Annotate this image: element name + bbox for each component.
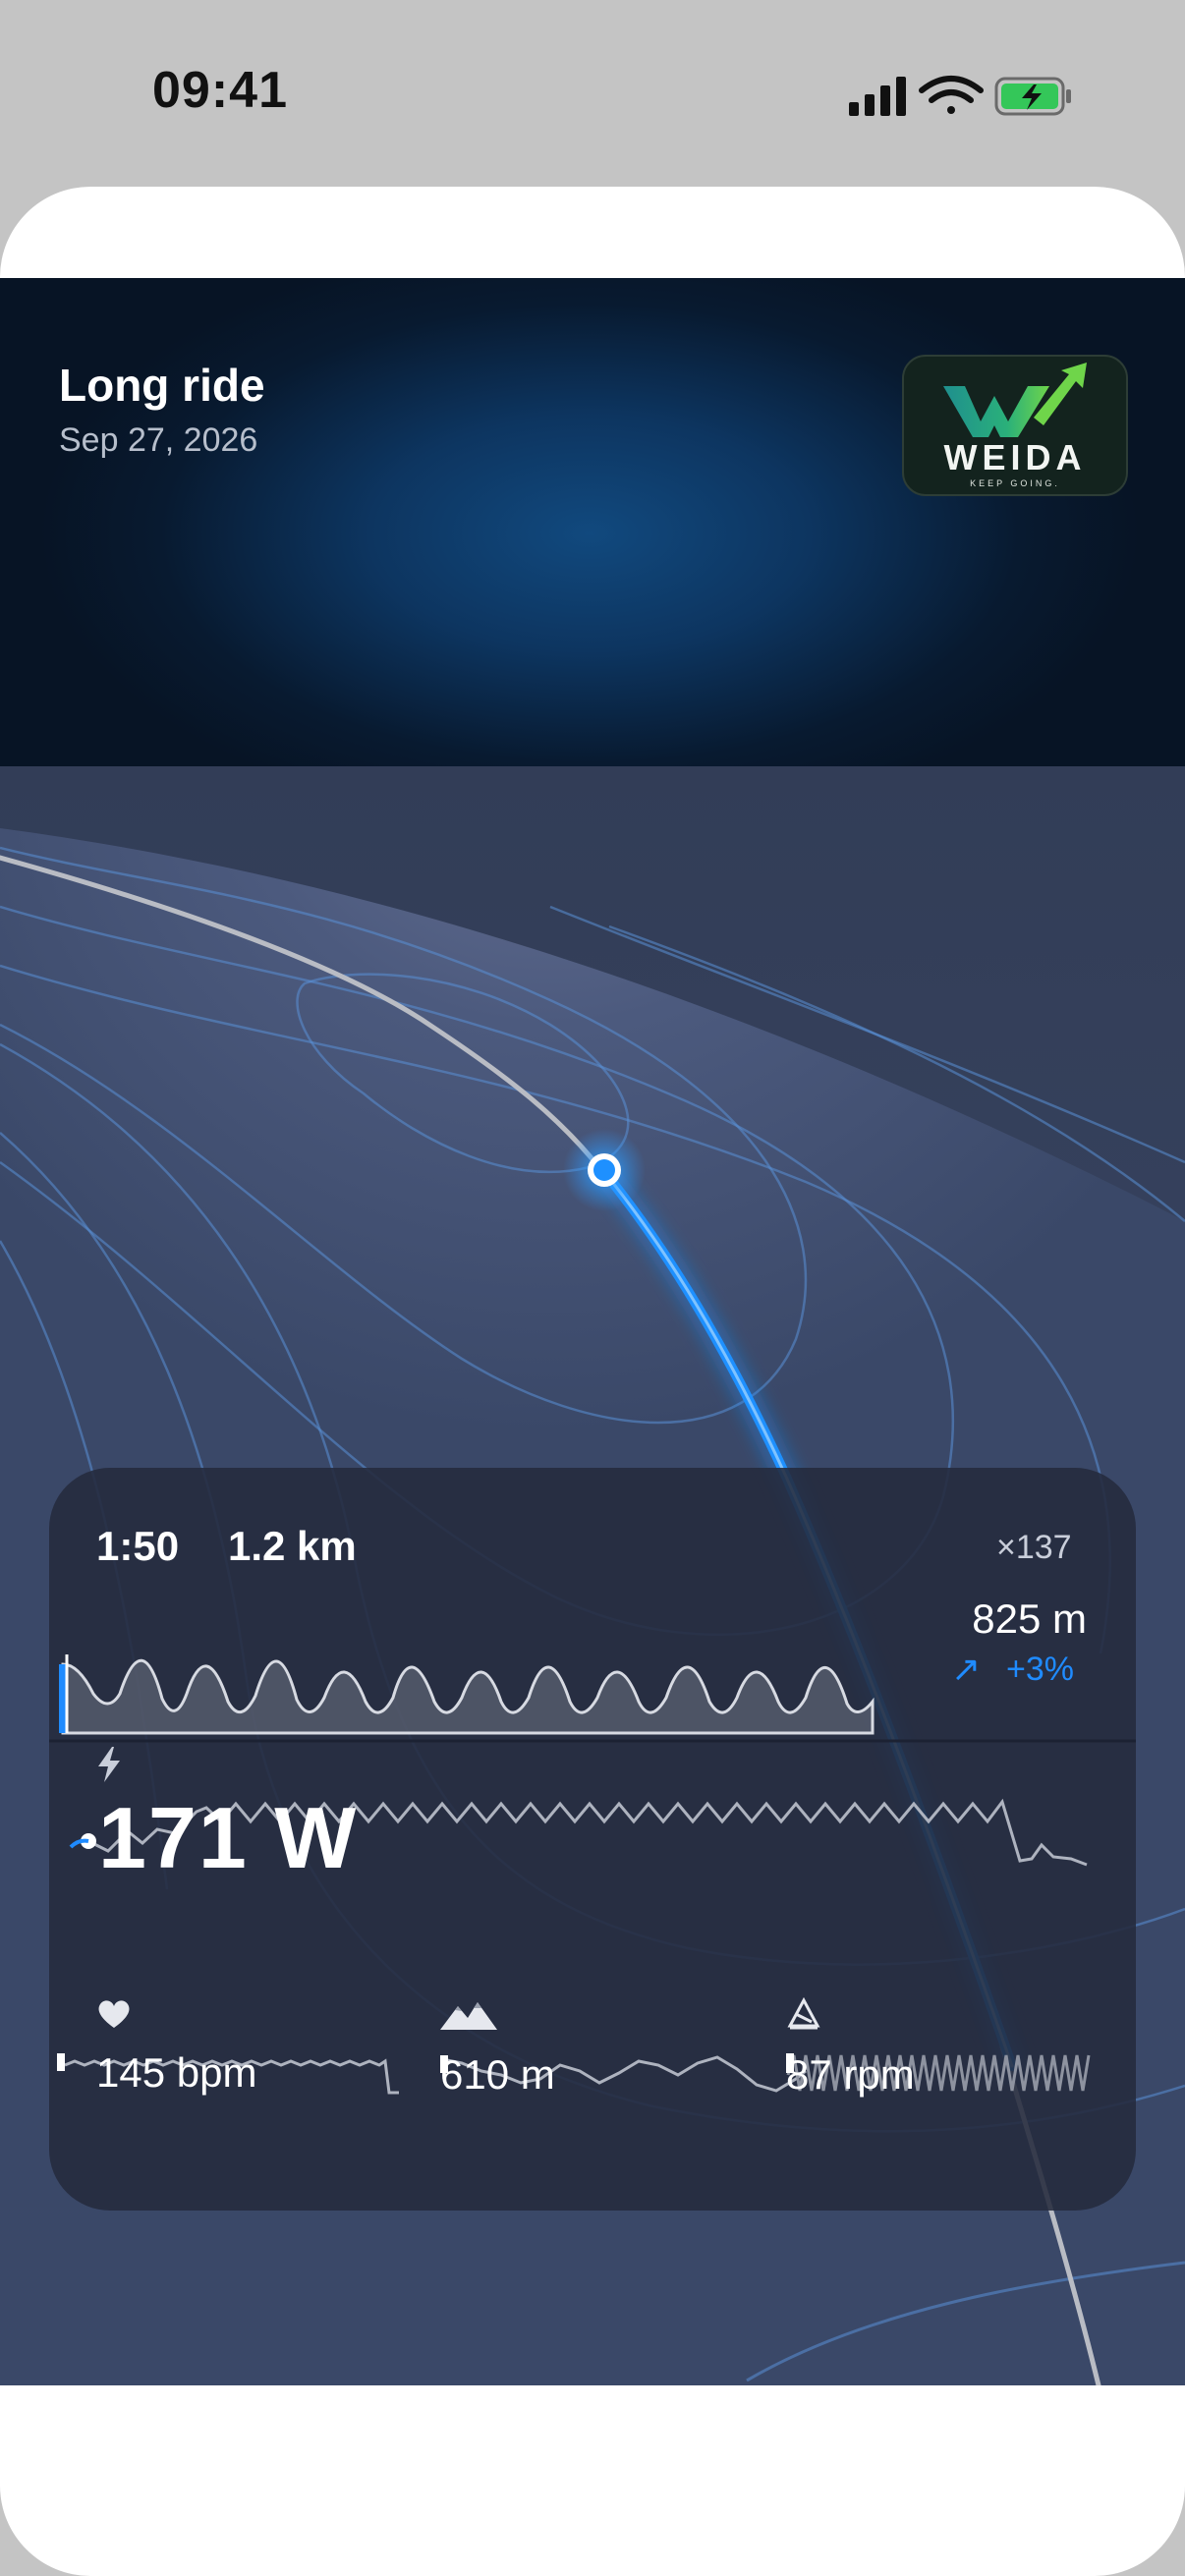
distance: 1.2 km (228, 1523, 357, 1569)
power-value: 171 W (98, 1789, 359, 1886)
bolt-icon (94, 1745, 124, 1789)
elevation-value: 825 m (972, 1596, 1087, 1642)
signal-icon (849, 77, 906, 116)
cadence-value: 87 rpm (786, 2051, 915, 2098)
logo-wordmark: WEIDA (943, 437, 1087, 477)
arrow-up-right-icon: ↗ (951, 1649, 982, 1689)
cadence-icon (786, 1996, 821, 2035)
heart-rate-value: 145 bpm (96, 2049, 257, 2096)
elevation-chart (59, 1654, 875, 1735)
position-marker-core (593, 1159, 615, 1181)
stats-panel: 1:50 1.2 km ×137 825 m ↗ +3% 171 W 145 b… (49, 1468, 1136, 2211)
elapsed-time: 1:50 (96, 1523, 180, 1569)
ride-date: Sep 27, 2026 (59, 421, 258, 459)
logo-tagline: KEEP GOING. (970, 478, 1060, 488)
elevation-gain: +3% (1006, 1651, 1074, 1688)
altitude-value: 610 m (440, 2051, 555, 2098)
playback-speed[interactable]: ×137 (996, 1529, 1072, 1567)
status-icons (847, 73, 1083, 124)
status-bar: 09:41 (0, 0, 1185, 187)
status-time: 09:41 (152, 62, 288, 119)
ride-title: Long ride (59, 360, 265, 411)
heart-icon (96, 1998, 132, 2035)
mountain-icon (440, 1998, 497, 2037)
wifi-icon (919, 76, 984, 114)
ride-card: Long ride Sep 27, 2026 WEIDA KEEP GOING. (0, 187, 1185, 2576)
brand-logo: WEIDA KEEP GOING. (902, 355, 1128, 496)
logo-mark-icon (943, 363, 1087, 437)
battery-charging-icon (994, 77, 1071, 116)
